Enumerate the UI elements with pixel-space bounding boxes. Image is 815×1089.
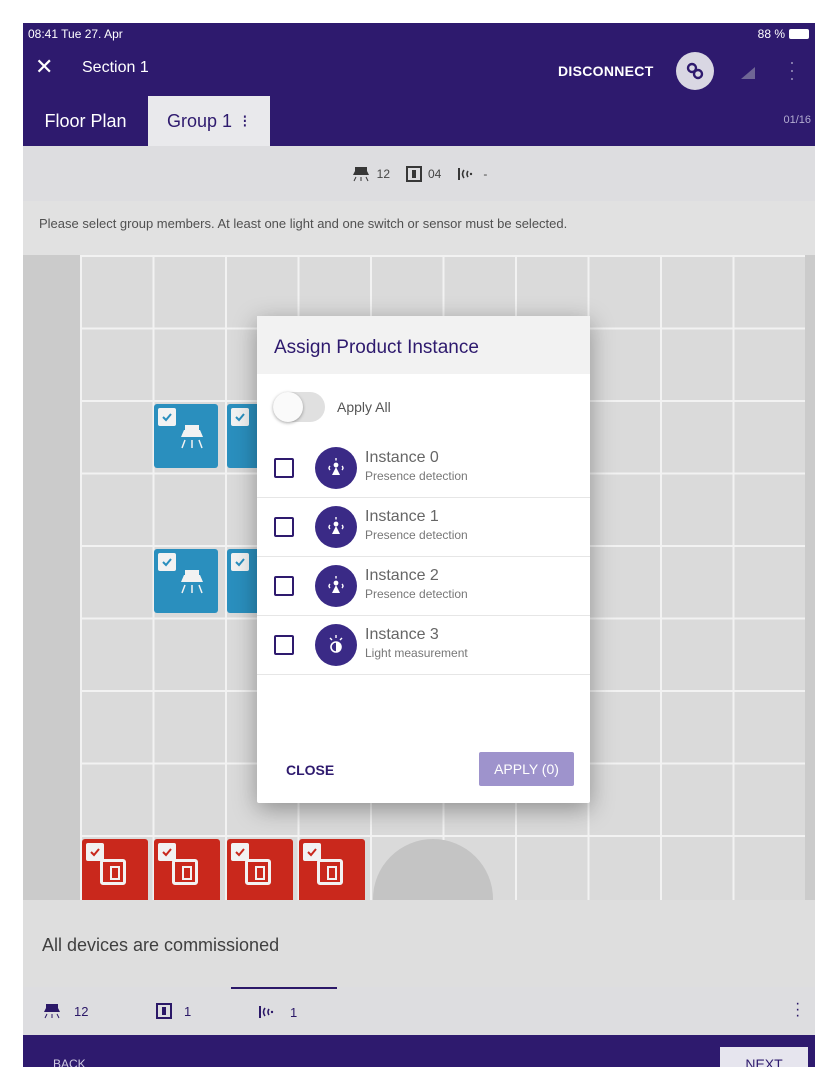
presence-icon: [315, 506, 357, 548]
tab-group-label: Group 1: [167, 110, 233, 131]
status-time: 08:41 Tue 27. Apr: [28, 27, 123, 41]
apply-all-toggle[interactable]: [273, 392, 325, 422]
instance-checkbox[interactable]: [274, 576, 294, 596]
instance-name: Instance 2: [365, 567, 439, 584]
disconnect-button[interactable]: DISCONNECT: [558, 63, 654, 79]
instance-name: Instance 3: [365, 626, 439, 643]
instance-checkbox[interactable]: [274, 517, 294, 537]
battery-icon: [789, 29, 809, 39]
tab-floor-plan[interactable]: Floor Plan: [23, 96, 148, 146]
next-button[interactable]: NEXT: [720, 1047, 808, 1067]
assign-instance-dialog: Assign Product Instance Apply All Instan…: [257, 316, 590, 803]
instance-name: Instance 0: [365, 449, 439, 466]
instance-row[interactable]: Instance 2 Presence detection: [257, 557, 590, 616]
group-menu-icon[interactable]: ⁝: [242, 111, 248, 132]
instance-name: Instance 1: [365, 508, 439, 525]
app-bar: ✕ Section 1 DISCONNECT · · ·: [23, 44, 815, 96]
group-pager: 01/16: [783, 114, 811, 126]
dialog-title: Assign Product Instance: [257, 316, 590, 374]
instance-row[interactable]: Instance 3 Light measurement: [257, 616, 590, 675]
close-button[interactable]: CLOSE: [286, 762, 334, 778]
presence-icon: [315, 565, 357, 607]
battery-percent: 88 %: [757, 27, 785, 41]
apply-all-label: Apply All: [337, 399, 391, 415]
tab-floor-plan-label: Floor Plan: [44, 110, 127, 131]
apply-all-row: Apply All: [273, 392, 391, 422]
instance-row[interactable]: Instance 0 Presence detection: [257, 439, 590, 498]
apply-button[interactable]: APPLY (0): [479, 752, 574, 786]
tab-bar: Floor Plan Group 1 ⁝ 01/16: [23, 96, 815, 146]
instance-checkbox[interactable]: [274, 458, 294, 478]
more-options-icon[interactable]: · · ·: [788, 53, 796, 87]
tablet-screen: 08:41 Tue 27. Apr 88 % ✕ Section 1 DISCO…: [23, 23, 815, 1067]
presence-icon: [315, 447, 357, 489]
instance-checkbox[interactable]: [274, 635, 294, 655]
instance-type: Light measurement: [365, 646, 468, 660]
instance-type: Presence detection: [365, 469, 468, 483]
page-title: Section 1: [82, 59, 149, 76]
close-icon[interactable]: ✕: [35, 56, 53, 78]
link-icon[interactable]: [676, 52, 714, 90]
back-button[interactable]: BACK: [53, 1057, 86, 1067]
instance-type: Presence detection: [365, 587, 468, 601]
tab-group-1[interactable]: Group 1 ⁝: [148, 96, 270, 146]
instance-type: Presence detection: [365, 528, 468, 542]
instance-row[interactable]: Instance 1 Presence detection: [257, 498, 590, 557]
signal-icon: [741, 66, 755, 84]
light-measure-icon: [315, 624, 357, 666]
battery-indicator: 88 %: [758, 27, 809, 41]
footer-bar: BACK NEXT: [23, 1035, 815, 1067]
status-bar: 08:41 Tue 27. Apr 88 %: [23, 23, 815, 44]
